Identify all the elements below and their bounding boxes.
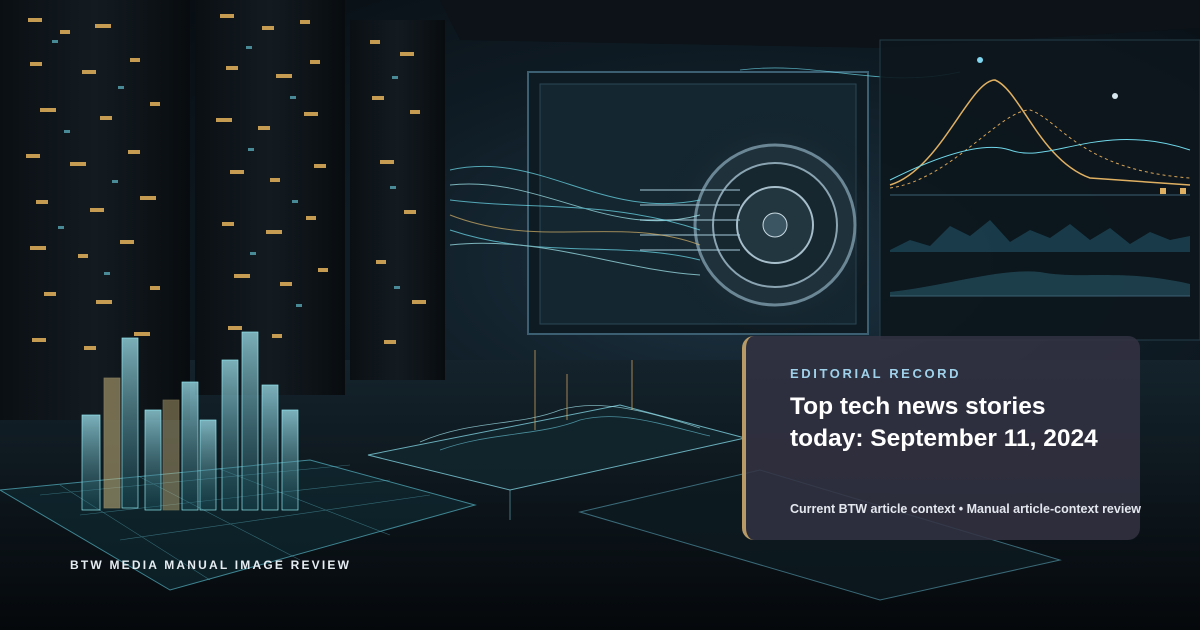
brand-kicker: BTW MEDIA MANUAL IMAGE REVIEW (70, 558, 352, 572)
eyebrow-label: EDITORIAL RECORD (790, 366, 962, 381)
headline-title: Top tech news stories today: September 1… (790, 393, 1098, 452)
analytics-wall (879, 39, 1200, 341)
headline-card: EDITORIAL RECORD Top tech news stories t… (742, 336, 1141, 540)
hero-banner: BTW MEDIA MANUAL IMAGE REVIEW EDITORIAL … (0, 0, 1200, 630)
article-meta: Current BTW article context • Manual art… (790, 502, 1141, 516)
server-racks (0, 0, 445, 420)
